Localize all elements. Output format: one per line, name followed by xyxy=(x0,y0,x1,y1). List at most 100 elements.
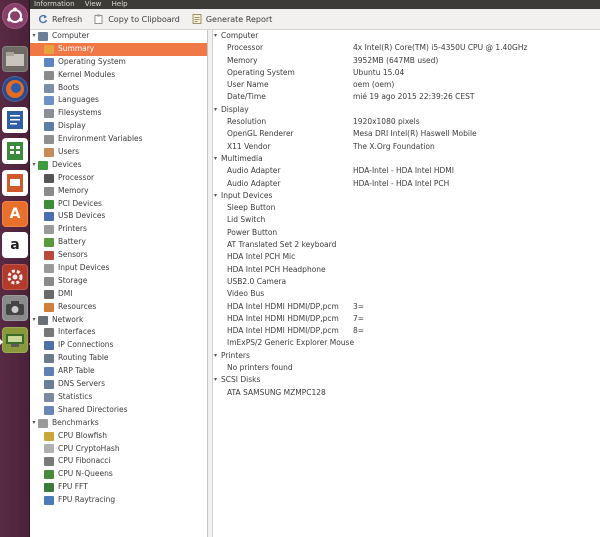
details-section[interactable]: ▾ SCSI Disks xyxy=(213,374,600,386)
filesystems-icon xyxy=(44,109,54,119)
tree-item-kernel-modules[interactable]: Kernel Modules xyxy=(30,69,207,82)
environment-icon xyxy=(44,135,54,145)
section-expander-icon[interactable]: ▾ xyxy=(214,374,220,386)
tree-item-usb-devices[interactable]: USB Devices xyxy=(30,210,207,223)
tree-item-users[interactable]: Users xyxy=(30,146,207,159)
writer-icon[interactable] xyxy=(2,107,28,133)
tree-group-devices[interactable]: ▾ Devices xyxy=(30,159,207,172)
tree-label: Computer xyxy=(52,31,90,40)
details-section[interactable]: ▾ Computer xyxy=(213,30,600,42)
menu-information[interactable]: Information xyxy=(34,0,75,8)
tree-item-battery[interactable]: Battery xyxy=(30,236,207,249)
field-value: 8= xyxy=(353,326,365,336)
tree-item-cpu-fibonacci[interactable]: CPU Fibonacci xyxy=(30,455,207,468)
tree-item-languages[interactable]: Languages xyxy=(30,94,207,107)
tree-item-cpu-cryptohash[interactable]: CPU CryptoHash xyxy=(30,443,207,456)
details-section[interactable]: ▾ Input Devices xyxy=(213,190,600,202)
ip-connections-icon xyxy=(44,341,54,351)
tree-label: Network xyxy=(52,314,84,324)
menu-view[interactable]: View xyxy=(85,0,102,8)
tree-item-routing-table[interactable]: Routing Table xyxy=(30,352,207,365)
tree-item-statistics[interactable]: Statistics xyxy=(30,391,207,404)
field-name: AT Translated Set 2 keyboard xyxy=(227,240,337,250)
tree-label: Routing Table xyxy=(58,353,109,363)
tree-group-benchmarks[interactable]: ▾ Benchmarks xyxy=(30,417,207,430)
toolbar: Refresh Copy to Clipboard Generate Repor… xyxy=(30,9,600,30)
impress-icon[interactable] xyxy=(2,170,28,196)
files-icon[interactable] xyxy=(2,46,28,72)
system-settings-icon[interactable] xyxy=(2,264,28,290)
tree-item-cpu-n-queens[interactable]: CPU N-Queens xyxy=(30,468,207,481)
refresh-button[interactable]: Refresh xyxy=(38,14,82,24)
tree-item-summary[interactable]: Summary xyxy=(30,42,207,56)
tree-label: DMI xyxy=(58,288,73,298)
tree-label: DNS Servers xyxy=(58,379,106,389)
section-expander-icon[interactable]: ▾ xyxy=(214,190,220,202)
section-expander-icon[interactable]: ▾ xyxy=(214,104,220,116)
tree-item-boots[interactable]: Boots xyxy=(30,82,207,95)
expander-icon[interactable]: ▾ xyxy=(30,159,38,172)
generate-report-button[interactable]: Generate Report xyxy=(192,14,272,24)
tree-item-processor[interactable]: Processor xyxy=(30,172,207,185)
menu-help[interactable]: Help xyxy=(112,0,128,8)
field-name: Lid Switch xyxy=(227,215,266,225)
tree-item-arp-table[interactable]: ARP Table xyxy=(30,365,207,378)
expander-icon[interactable]: ▾ xyxy=(30,314,38,327)
raytracing-icon xyxy=(44,496,54,505)
section-expander-icon[interactable]: ▾ xyxy=(214,153,220,165)
details-row: USB2.0 Camera xyxy=(213,276,600,288)
tree-item-input-devices[interactable]: Input Devices xyxy=(30,262,207,275)
clipboard-icon xyxy=(94,14,104,24)
tree-item-pci-devices[interactable]: PCI Devices xyxy=(30,198,207,211)
section-title: SCSI Disks xyxy=(221,375,261,385)
tree-label: CPU Blowfish xyxy=(58,430,107,440)
tree-item-storage[interactable]: Storage xyxy=(30,275,207,288)
tree-item-display[interactable]: Display xyxy=(30,120,207,133)
tree-group-network[interactable]: ▾ Network xyxy=(30,314,207,327)
details-section[interactable]: ▾ Multimedia xyxy=(213,153,600,165)
tree-label: FPU FFT xyxy=(58,482,88,492)
tree-item-fpu-raytracing[interactable]: FPU Raytracing xyxy=(30,494,207,507)
firefox-icon[interactable] xyxy=(2,76,28,102)
tree-item-shared-directories[interactable]: Shared Directories xyxy=(30,404,207,417)
tree-item-fpu-fft[interactable]: FPU FFT xyxy=(30,481,207,494)
tree-item-dmi[interactable]: DMI xyxy=(30,288,207,301)
tree-label: Input Devices xyxy=(58,263,110,273)
tree-item-sensors[interactable]: Sensors xyxy=(30,249,207,262)
field-name: ATA SAMSUNG MZMPC128 xyxy=(227,387,326,397)
ubuntu-dash-icon[interactable] xyxy=(2,3,28,29)
input-devices-icon xyxy=(44,263,54,273)
tree-group-computer[interactable]: ▾ Computer xyxy=(30,30,207,43)
boots-icon xyxy=(44,83,54,93)
details-row: HDA Intel HDMI HDMI/DP,pcm 7= xyxy=(213,313,600,325)
tree-item-filesystems[interactable]: Filesystems xyxy=(30,107,207,120)
expander-icon[interactable]: ▾ xyxy=(30,417,38,430)
section-expander-icon[interactable]: ▾ xyxy=(214,350,220,362)
field-name: HDA Intel HDMI HDMI/DP,pcm xyxy=(227,313,339,323)
field-name: X11 Vendor xyxy=(227,141,271,151)
screenshot-icon[interactable] xyxy=(2,295,28,321)
tree-item-memory[interactable]: Memory xyxy=(30,185,207,198)
tree-item-operating-system[interactable]: Operating System xyxy=(30,56,207,69)
routing-table-icon xyxy=(44,354,54,364)
field-name: HDA Intel HDMI HDMI/DP,pcm xyxy=(227,326,339,336)
calc-icon[interactable] xyxy=(2,138,28,164)
section-expander-icon[interactable]: ▾ xyxy=(214,30,220,42)
amazon-icon[interactable]: a xyxy=(2,232,28,258)
tree-item-resources[interactable]: Resources xyxy=(30,301,207,314)
tree-item-printers[interactable]: Printers xyxy=(30,223,207,236)
details-section[interactable]: ▾ Printers xyxy=(213,350,600,362)
tree-item-environment-variables[interactable]: Environment Variables xyxy=(30,133,207,146)
tree-item-ip-connections[interactable]: IP Connections xyxy=(30,339,207,352)
tree-item-dns-servers[interactable]: DNS Servers xyxy=(30,378,207,391)
hardinfo-icon[interactable] xyxy=(2,327,28,353)
copy-to-clipboard-button[interactable]: Copy to Clipboard xyxy=(94,14,180,24)
expander-icon[interactable]: ▾ xyxy=(30,30,38,43)
tree-label: ARP Table xyxy=(58,366,95,376)
software-center-icon[interactable]: A xyxy=(2,201,28,227)
details-section[interactable]: ▾ Display xyxy=(213,104,600,116)
tree-item-interfaces[interactable]: Interfaces xyxy=(30,326,207,339)
tree-item-cpu-blowfish[interactable]: CPU Blowfish xyxy=(30,430,207,443)
field-name: HDA Intel HDMI HDMI/DP,pcm xyxy=(227,301,339,311)
tree-label: Shared Directories xyxy=(58,404,128,414)
